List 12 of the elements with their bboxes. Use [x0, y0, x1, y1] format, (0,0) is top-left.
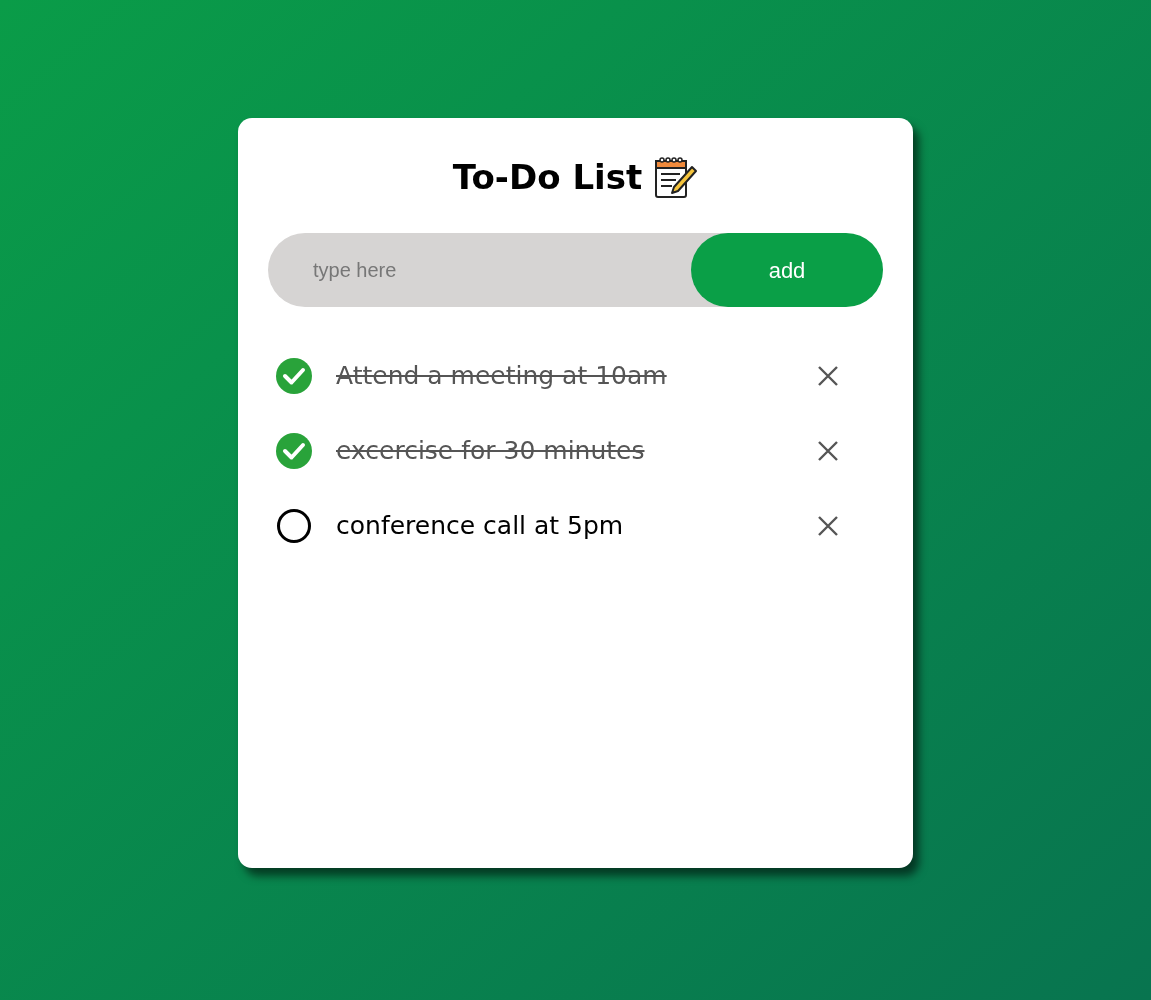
- task-text: excercise for 30 minutes: [336, 434, 645, 467]
- task-text: conference call at 5pm: [336, 509, 624, 542]
- app-title: To-Do List: [452, 156, 643, 199]
- empty-circle-icon[interactable]: [276, 507, 312, 544]
- checked-circle-icon[interactable]: [276, 357, 312, 394]
- checked-circle-icon[interactable]: [276, 432, 312, 469]
- close-icon[interactable]: [817, 514, 839, 537]
- task-text: Attend a meeting at 10am: [336, 359, 667, 392]
- close-icon[interactable]: [817, 364, 839, 387]
- notepad-pencil-icon: [652, 154, 699, 201]
- add-button[interactable]: add: [691, 233, 883, 307]
- close-icon[interactable]: [817, 439, 839, 462]
